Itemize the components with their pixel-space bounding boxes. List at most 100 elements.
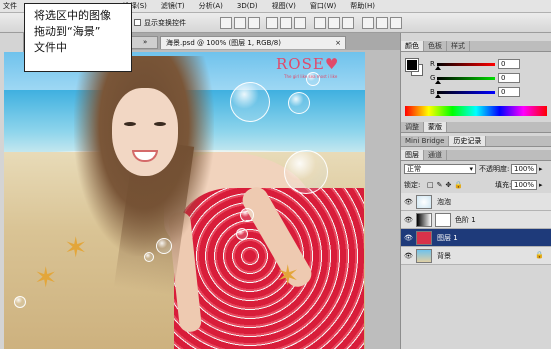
- chevron-down-icon: ▾: [469, 165, 473, 173]
- lock-icons[interactable]: □✎✥🔒: [427, 180, 466, 190]
- brand-tagline: The girl like sea most i like: [284, 74, 338, 79]
- visibility-eye-icon[interactable]: 👁: [404, 216, 413, 224]
- instruction-callout: 将选区中的图像 拖动到“海景” 文件中: [24, 3, 132, 72]
- opacity-label: 不透明度:: [479, 165, 510, 173]
- opacity-arrow-icon[interactable]: ▸: [539, 164, 543, 174]
- tab-active-document[interactable]: 海景.psd @ 100% (图层 1, RGB/8) ×: [160, 36, 346, 49]
- menu-filter[interactable]: 滤镜(T): [154, 0, 192, 13]
- color-spectrum-bar[interactable]: [405, 106, 547, 116]
- layer-thumbnail: [416, 231, 432, 245]
- adjustments-panel-tabs: 调整 蒙版: [401, 122, 551, 133]
- starfish: ✶: [64, 231, 88, 264]
- tab-mini-bridge[interactable]: Mini Bridge: [401, 136, 450, 146]
- callout-line: 文件中: [34, 41, 67, 54]
- canvas-image[interactable]: ✶ ✶ ✶ ROSE♥ The girl like sea most i lik…: [4, 52, 365, 349]
- distribute-bottom-icon[interactable]: [342, 17, 354, 29]
- blend-mode-select[interactable]: 正常 ▾: [404, 164, 476, 174]
- show-transform-label: 显示变换控件: [144, 19, 186, 27]
- woman-eye-left: [124, 122, 136, 126]
- bubble: [236, 228, 248, 240]
- opacity-input[interactable]: 100%: [511, 164, 537, 174]
- opacity-value: 100%: [514, 165, 535, 173]
- bubble: [230, 82, 270, 122]
- bubble: [240, 208, 254, 222]
- menu-3d[interactable]: 3D(D): [230, 0, 265, 13]
- menu-help[interactable]: 帮助(H): [343, 0, 382, 13]
- tab-color[interactable]: 颜色: [401, 41, 424, 51]
- align-top-icon[interactable]: [220, 17, 232, 29]
- green-thumb[interactable]: [435, 80, 441, 84]
- brand-logo: ROSE♥: [276, 55, 340, 73]
- distribute-top-icon[interactable]: [314, 17, 326, 29]
- layer-row[interactable]: 👁 色阶 1: [401, 211, 551, 229]
- layer-name: 图层 1: [437, 234, 458, 242]
- align-left-icon[interactable]: [266, 17, 278, 29]
- align-right-icon[interactable]: [294, 17, 306, 29]
- active-document-title: 海景.psd @ 100% (图层 1, RGB/8): [166, 39, 281, 47]
- distribute-hcenter-icon[interactable]: [376, 17, 388, 29]
- visibility-eye-icon[interactable]: 👁: [404, 252, 413, 260]
- distribute-vcenter-icon[interactable]: [328, 17, 340, 29]
- red-thumb[interactable]: [435, 66, 441, 70]
- foreground-color-swatch[interactable]: [405, 58, 419, 72]
- blue-track[interactable]: [437, 91, 495, 94]
- bubble: [144, 252, 154, 262]
- right-panels: 颜色 色板 样式 R 0 G 0 B 0 调整 蒙版 Mini Bridge 历…: [400, 33, 551, 349]
- align-hcenter-icon[interactable]: [280, 17, 292, 29]
- green-value-input[interactable]: 0: [498, 73, 520, 83]
- adjustment-thumbnail: [416, 213, 432, 227]
- fill-input[interactable]: 100%: [511, 180, 537, 190]
- layer-thumbnail: [416, 195, 432, 209]
- visibility-eye-icon[interactable]: 👁: [404, 234, 413, 242]
- tab-masks[interactable]: 蒙版: [424, 122, 447, 132]
- align-vcenter-icon[interactable]: [234, 17, 246, 29]
- bubble: [14, 296, 26, 308]
- bubble: [156, 238, 172, 254]
- tab-swatches[interactable]: 色板: [424, 41, 447, 51]
- distribute-left-icon[interactable]: [362, 17, 374, 29]
- layers-panel-tabs: 图层 通道: [401, 150, 551, 161]
- tab-channels[interactable]: 通道: [424, 150, 447, 160]
- tab-adjustments[interactable]: 调整: [401, 122, 424, 132]
- callout-line: 将选区中的图像: [34, 9, 111, 22]
- close-icon[interactable]: ×: [335, 37, 341, 49]
- menu-window[interactable]: 窗口(W): [303, 0, 343, 13]
- red-slider[interactable]: R 0: [430, 59, 550, 70]
- bubble: [284, 150, 328, 194]
- layer-row[interactable]: 👁 泡泡: [401, 193, 551, 211]
- layer-thumbnail: [416, 249, 432, 263]
- green-slider[interactable]: G 0: [430, 73, 550, 84]
- red-value-input[interactable]: 0: [498, 59, 520, 69]
- fill-label: 填充:: [495, 181, 512, 189]
- layer-name: 背景: [437, 252, 451, 260]
- bubble: [288, 92, 310, 114]
- red-track[interactable]: [437, 63, 495, 66]
- align-bottom-icon[interactable]: [248, 17, 260, 29]
- blend-mode-value: 正常: [407, 165, 421, 173]
- blue-value-input[interactable]: 0: [498, 87, 520, 97]
- tab-styles[interactable]: 样式: [447, 41, 470, 51]
- menu-view[interactable]: 视图(V): [265, 0, 303, 13]
- show-transform-checkbox[interactable]: [134, 19, 141, 26]
- layer-name: 色阶 1: [455, 216, 476, 224]
- woman-eye-right: [154, 122, 166, 126]
- menu-file[interactable]: 文件: [0, 0, 24, 13]
- layer-row-selected[interactable]: 👁 图层 1: [401, 229, 551, 247]
- lock-icon: 🔒: [535, 251, 544, 259]
- visibility-eye-icon[interactable]: 👁: [404, 198, 413, 206]
- fill-arrow-icon[interactable]: ▸: [539, 180, 543, 190]
- lock-label: 锁定:: [404, 181, 421, 189]
- layer-row[interactable]: 👁 背景 🔒: [401, 247, 551, 265]
- tab-history[interactable]: 历史记录: [449, 136, 487, 146]
- woman-face: [112, 88, 178, 176]
- blue-thumb[interactable]: [435, 94, 441, 98]
- green-track[interactable]: [437, 77, 495, 80]
- starfish: ✶: [34, 261, 58, 294]
- color-panel-tabs: 颜色 色板 样式: [401, 41, 551, 52]
- tab-overflow-icon: »: [143, 38, 148, 46]
- blue-slider[interactable]: B 0: [430, 87, 550, 98]
- menu-analysis[interactable]: 分析(A): [192, 0, 230, 13]
- tab-layers[interactable]: 图层: [401, 150, 424, 160]
- fill-value: 100%: [514, 181, 535, 189]
- distribute-right-icon[interactable]: [390, 17, 402, 29]
